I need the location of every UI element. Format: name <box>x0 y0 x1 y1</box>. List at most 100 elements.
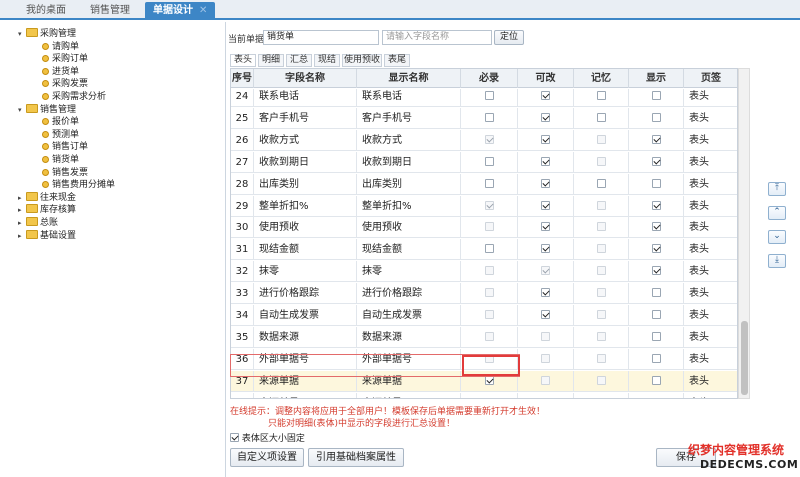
tree-item[interactable]: 销售费用分摊单 <box>42 179 115 191</box>
mem-checkbox[interactable] <box>596 91 606 100</box>
tree-item[interactable]: 采购需求分析 <box>42 91 106 103</box>
tree-folder[interactable]: ▾ 采购管理 <box>18 28 76 40</box>
table-row[interactable]: 33 进行价格跟踪 进行价格跟踪 表头 <box>231 283 737 305</box>
column-header[interactable]: 可改 <box>518 69 574 88</box>
mem-checkbox[interactable] <box>596 178 606 188</box>
section-tab[interactable]: 使用预收 <box>342 54 382 67</box>
tree-item[interactable]: 销售发票 <box>42 167 88 179</box>
edit-checkbox[interactable] <box>541 288 550 298</box>
show-checkbox[interactable] <box>651 288 661 298</box>
tree-item[interactable]: 销售订单 <box>42 141 88 153</box>
scrollbar-thumb[interactable] <box>741 321 748 395</box>
close-icon[interactable]: ✕ <box>199 5 207 16</box>
column-header[interactable]: 序号 <box>231 69 254 88</box>
tree-item[interactable]: 采购订单 <box>42 53 88 65</box>
move-top-button[interactable]: ⤒ <box>768 182 786 196</box>
req-checkbox[interactable] <box>484 244 494 254</box>
tab-sales-management[interactable]: 销售管理 <box>82 2 138 20</box>
grid-scrollbar[interactable] <box>738 68 750 399</box>
collapse-icon[interactable]: ▾ <box>18 104 26 116</box>
locate-button[interactable]: 定位 <box>494 30 524 45</box>
tree-folder[interactable]: ▸ 总账 <box>18 217 58 229</box>
show-checkbox[interactable] <box>651 331 661 341</box>
edit-checkbox[interactable] <box>541 310 550 319</box>
edit-checkbox[interactable] <box>541 200 550 210</box>
move-bottom-button[interactable]: ⤓ <box>768 254 786 268</box>
show-checkbox[interactable] <box>651 353 661 363</box>
tab-my-desktop[interactable]: 我的桌面 <box>18 2 74 20</box>
column-header[interactable]: 字段名称 <box>254 69 357 88</box>
column-header[interactable]: 必录 <box>461 69 518 88</box>
edit-checkbox[interactable] <box>541 91 550 100</box>
edit-checkbox[interactable] <box>541 156 550 166</box>
collapse-icon[interactable]: ▾ <box>18 28 26 40</box>
show-checkbox[interactable] <box>651 397 661 398</box>
req-checkbox[interactable] <box>484 178 494 188</box>
tree-folder[interactable]: ▸ 库存核算 <box>18 204 76 216</box>
show-checkbox[interactable] <box>651 310 661 319</box>
show-checkbox[interactable] <box>651 222 661 232</box>
column-header[interactable]: 显示名称 <box>357 69 461 88</box>
tree-item[interactable]: 报价单 <box>42 116 79 128</box>
tree-folder[interactable]: ▸ 往来现金 <box>18 191 76 204</box>
expand-icon[interactable]: ▸ <box>18 204 26 216</box>
table-row[interactable]: 29 整单折扣% 整单折扣% 表头 <box>231 195 737 217</box>
reference-archive-button[interactable]: 引用基础档案属性 <box>308 448 404 467</box>
tree-item[interactable]: 预测单 <box>42 129 79 141</box>
req-checkbox[interactable] <box>484 112 494 122</box>
column-header[interactable]: 页签 <box>684 69 737 88</box>
section-tab[interactable]: 现结 <box>314 54 340 67</box>
expand-icon[interactable]: ▸ <box>18 217 26 229</box>
edit-checkbox[interactable] <box>541 178 550 188</box>
edit-checkbox[interactable] <box>541 134 550 144</box>
req-checkbox[interactable] <box>484 375 494 385</box>
section-tab[interactable]: 表头 <box>230 54 256 67</box>
table-row[interactable]: 26 收款方式 收款方式 表头 <box>231 129 737 151</box>
table-row[interactable]: 24 联系电话 联系电话 表头 <box>231 89 737 107</box>
field-search-input[interactable]: 请输入字段名称 <box>382 30 492 45</box>
table-row[interactable]: 25 客户手机号 客户手机号 表头 <box>231 107 737 129</box>
tree-folder[interactable]: ▾ 销售管理 <box>18 103 76 116</box>
mem-checkbox[interactable] <box>596 112 606 122</box>
tree-item[interactable]: 采购发票 <box>42 78 88 90</box>
section-tab[interactable]: 表尾 <box>384 54 410 67</box>
column-header[interactable]: 显示 <box>629 69 684 88</box>
current-document-input[interactable]: 销货单 <box>263 30 379 45</box>
show-checkbox[interactable] <box>651 91 661 100</box>
req-checkbox[interactable] <box>484 91 494 100</box>
edit-checkbox[interactable] <box>541 112 550 122</box>
req-checkbox[interactable] <box>484 156 494 166</box>
table-row[interactable]: 31 现结金额 现结金额 表头 <box>231 239 737 261</box>
tree-item[interactable]: 销货单 <box>42 154 79 166</box>
table-row[interactable]: 34 自动生成发票 自动生成发票 表头 <box>231 305 737 326</box>
show-checkbox[interactable] <box>651 134 661 144</box>
table-row[interactable]: 38来源单号来源单号表头 <box>231 392 737 398</box>
column-header[interactable]: 记忆 <box>574 69 629 88</box>
table-row[interactable]: 28 出库类别 出库类别 表头 <box>231 173 737 195</box>
expand-icon[interactable]: ▸ <box>18 230 26 242</box>
show-checkbox[interactable] <box>651 375 661 385</box>
move-up-button[interactable]: ⌃ <box>768 206 786 220</box>
fix-size-option[interactable]: 表体区大小固定 <box>230 431 305 444</box>
show-checkbox[interactable] <box>651 178 661 188</box>
tree-item[interactable]: 请购单 <box>42 41 79 53</box>
show-checkbox[interactable] <box>651 244 661 254</box>
tree-item[interactable]: 进货单 <box>42 66 79 78</box>
custom-items-button[interactable]: 自定义项设置 <box>230 448 304 467</box>
show-checkbox[interactable] <box>651 156 661 166</box>
edit-checkbox[interactable] <box>541 222 550 232</box>
show-checkbox[interactable] <box>651 200 661 210</box>
move-down-button[interactable]: ⌄ <box>768 230 786 244</box>
show-checkbox[interactable] <box>651 266 661 276</box>
section-tab[interactable]: 明细 <box>258 54 284 67</box>
tab-document-design[interactable]: 单据设计 ✕ <box>145 2 216 20</box>
table-row[interactable]: 35 数据来源 数据来源 表头 <box>231 326 737 348</box>
edit-checkbox[interactable] <box>541 244 550 254</box>
fix-size-checkbox[interactable] <box>230 433 239 442</box>
show-checkbox[interactable] <box>651 112 661 122</box>
expand-icon[interactable]: ▸ <box>18 192 26 204</box>
tree-folder[interactable]: ▸ 基础设置 <box>18 229 76 242</box>
section-tab[interactable]: 汇总 <box>286 54 312 67</box>
table-row[interactable]: 30 使用预收 使用预收 表头 <box>231 217 737 239</box>
table-row[interactable]: 32 抹零 抹零 表头 <box>231 261 737 283</box>
